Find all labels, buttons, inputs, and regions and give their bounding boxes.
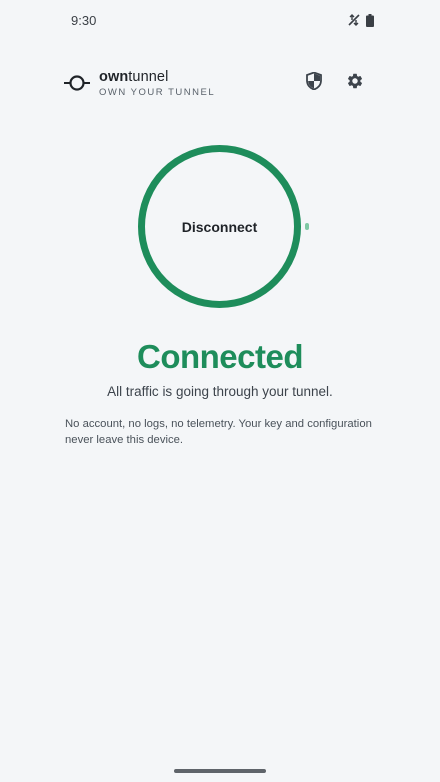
status-time: 9:30 xyxy=(71,13,97,28)
gesture-nav-handle[interactable] xyxy=(174,769,266,773)
gear-icon xyxy=(346,72,364,95)
shield-button[interactable] xyxy=(303,71,325,95)
ring-indicator-dot xyxy=(305,223,309,230)
settings-button[interactable] xyxy=(344,72,366,94)
brand-name-bold: own xyxy=(99,69,129,85)
app-header: owntunnel OWN YOUR TUNNEL xyxy=(64,66,376,100)
disconnect-label: Disconnect xyxy=(181,218,258,235)
brand-name: owntunnel xyxy=(99,69,215,85)
privacy-note: No account, no logs, no telemetry. Your … xyxy=(65,418,372,446)
brand-name-regular: tunnel xyxy=(128,69,169,85)
status-icons xyxy=(347,13,374,32)
battery-icon xyxy=(366,13,374,32)
status-bar: 9:30 xyxy=(0,0,440,40)
connection-subtitle: All traffic is going through your tunnel… xyxy=(107,384,333,399)
brand: owntunnel OWN YOUR TUNNEL xyxy=(99,69,215,99)
data-saver-icon xyxy=(347,13,361,32)
disconnect-button[interactable]: Disconnect xyxy=(138,145,301,308)
shield-icon xyxy=(306,71,322,95)
connection-status: Connected xyxy=(136,338,304,375)
brand-tagline: OWN YOUR TUNNEL xyxy=(99,87,216,98)
logo-icon xyxy=(64,73,90,93)
